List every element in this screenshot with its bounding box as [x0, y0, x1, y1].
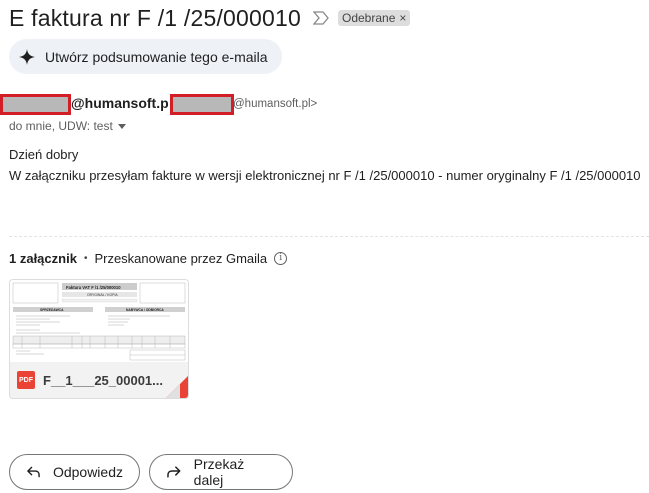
pdf-icon: PDF [17, 371, 35, 389]
attachments-header: 1 załącznik • Przeskanowane przez Gmaila… [9, 251, 288, 266]
sparkle-icon [19, 48, 35, 65]
attachment-footer: PDF F__1___25_00001... [10, 362, 188, 398]
email-subject: E faktura nr F /1 /25/000010 [9, 4, 301, 31]
forward-button[interactable]: Przekaż dalej [149, 454, 293, 490]
label-chip-inbox[interactable]: Odebrane × [338, 10, 411, 26]
scanned-label: Przeskanowane przez Gmaila [94, 251, 268, 266]
thumb-buyer: NABYWCA / ODBIORCA [126, 308, 164, 312]
recipients-text: do mnie, UDW: test [9, 119, 113, 133]
subject-row: E faktura nr F /1 /25/000010 Odebrane × [9, 4, 411, 32]
info-icon[interactable]: i [274, 252, 288, 265]
remove-label-icon[interactable]: × [399, 11, 406, 25]
attachment-file-name: F__1___25_00001... [43, 372, 163, 388]
invoice-preview: Faktura VAT F /1 /25/000010 ORYGINAŁ / K… [11, 281, 187, 361]
label-chip-text: Odebrane [342, 11, 396, 25]
thumb-seller: SPRZEDAWCA [40, 308, 64, 312]
forward-label: Przekaż dalej [193, 456, 245, 488]
create-summary-label: Utwórz podsumowanie tego e-maila [45, 48, 268, 65]
header-separator: • [83, 253, 88, 264]
reply-button[interactable]: Odpowiedz [9, 454, 140, 490]
attachment-card[interactable]: Faktura VAT F /1 /25/000010 ORYGINAŁ / K… [9, 279, 189, 399]
sender-email: @humansoft.pl> [233, 98, 318, 110]
redacted-sender-address [170, 94, 234, 115]
body-line: W załączniku przesyłam fakture w wersji … [9, 168, 641, 183]
reply-icon [27, 466, 40, 478]
email-body: Dzień dobry W załączniku przesyłam faktu… [9, 144, 641, 186]
thumb-subtitle: ORYGINAŁ / KOPIA [87, 293, 118, 297]
attachments-divider [9, 236, 649, 237]
attachment-count: 1 załącznik [9, 251, 77, 266]
forward-icon [167, 466, 181, 478]
create-summary-button[interactable]: Utwórz podsumowanie tego e-maila [9, 39, 282, 74]
body-greeting: Dzień dobry [9, 147, 79, 162]
redacted-sender-name [0, 94, 71, 115]
sender-name[interactable]: @humansoft.p [71, 95, 169, 111]
importance-icon[interactable] [312, 11, 329, 25]
chevron-down-icon[interactable] [117, 123, 126, 129]
recipients-details[interactable]: do mnie, UDW: test [9, 119, 126, 133]
thumb-title: Faktura VAT F /1 /25/000010 [66, 285, 121, 290]
page-fold-icon [166, 376, 188, 398]
attachment-thumbnail: Faktura VAT F /1 /25/000010 ORYGINAŁ / K… [10, 280, 188, 362]
reply-label: Odpowiedz [52, 464, 123, 480]
sender-row: @humansoft.p @humansoft.pl> [0, 94, 649, 116]
